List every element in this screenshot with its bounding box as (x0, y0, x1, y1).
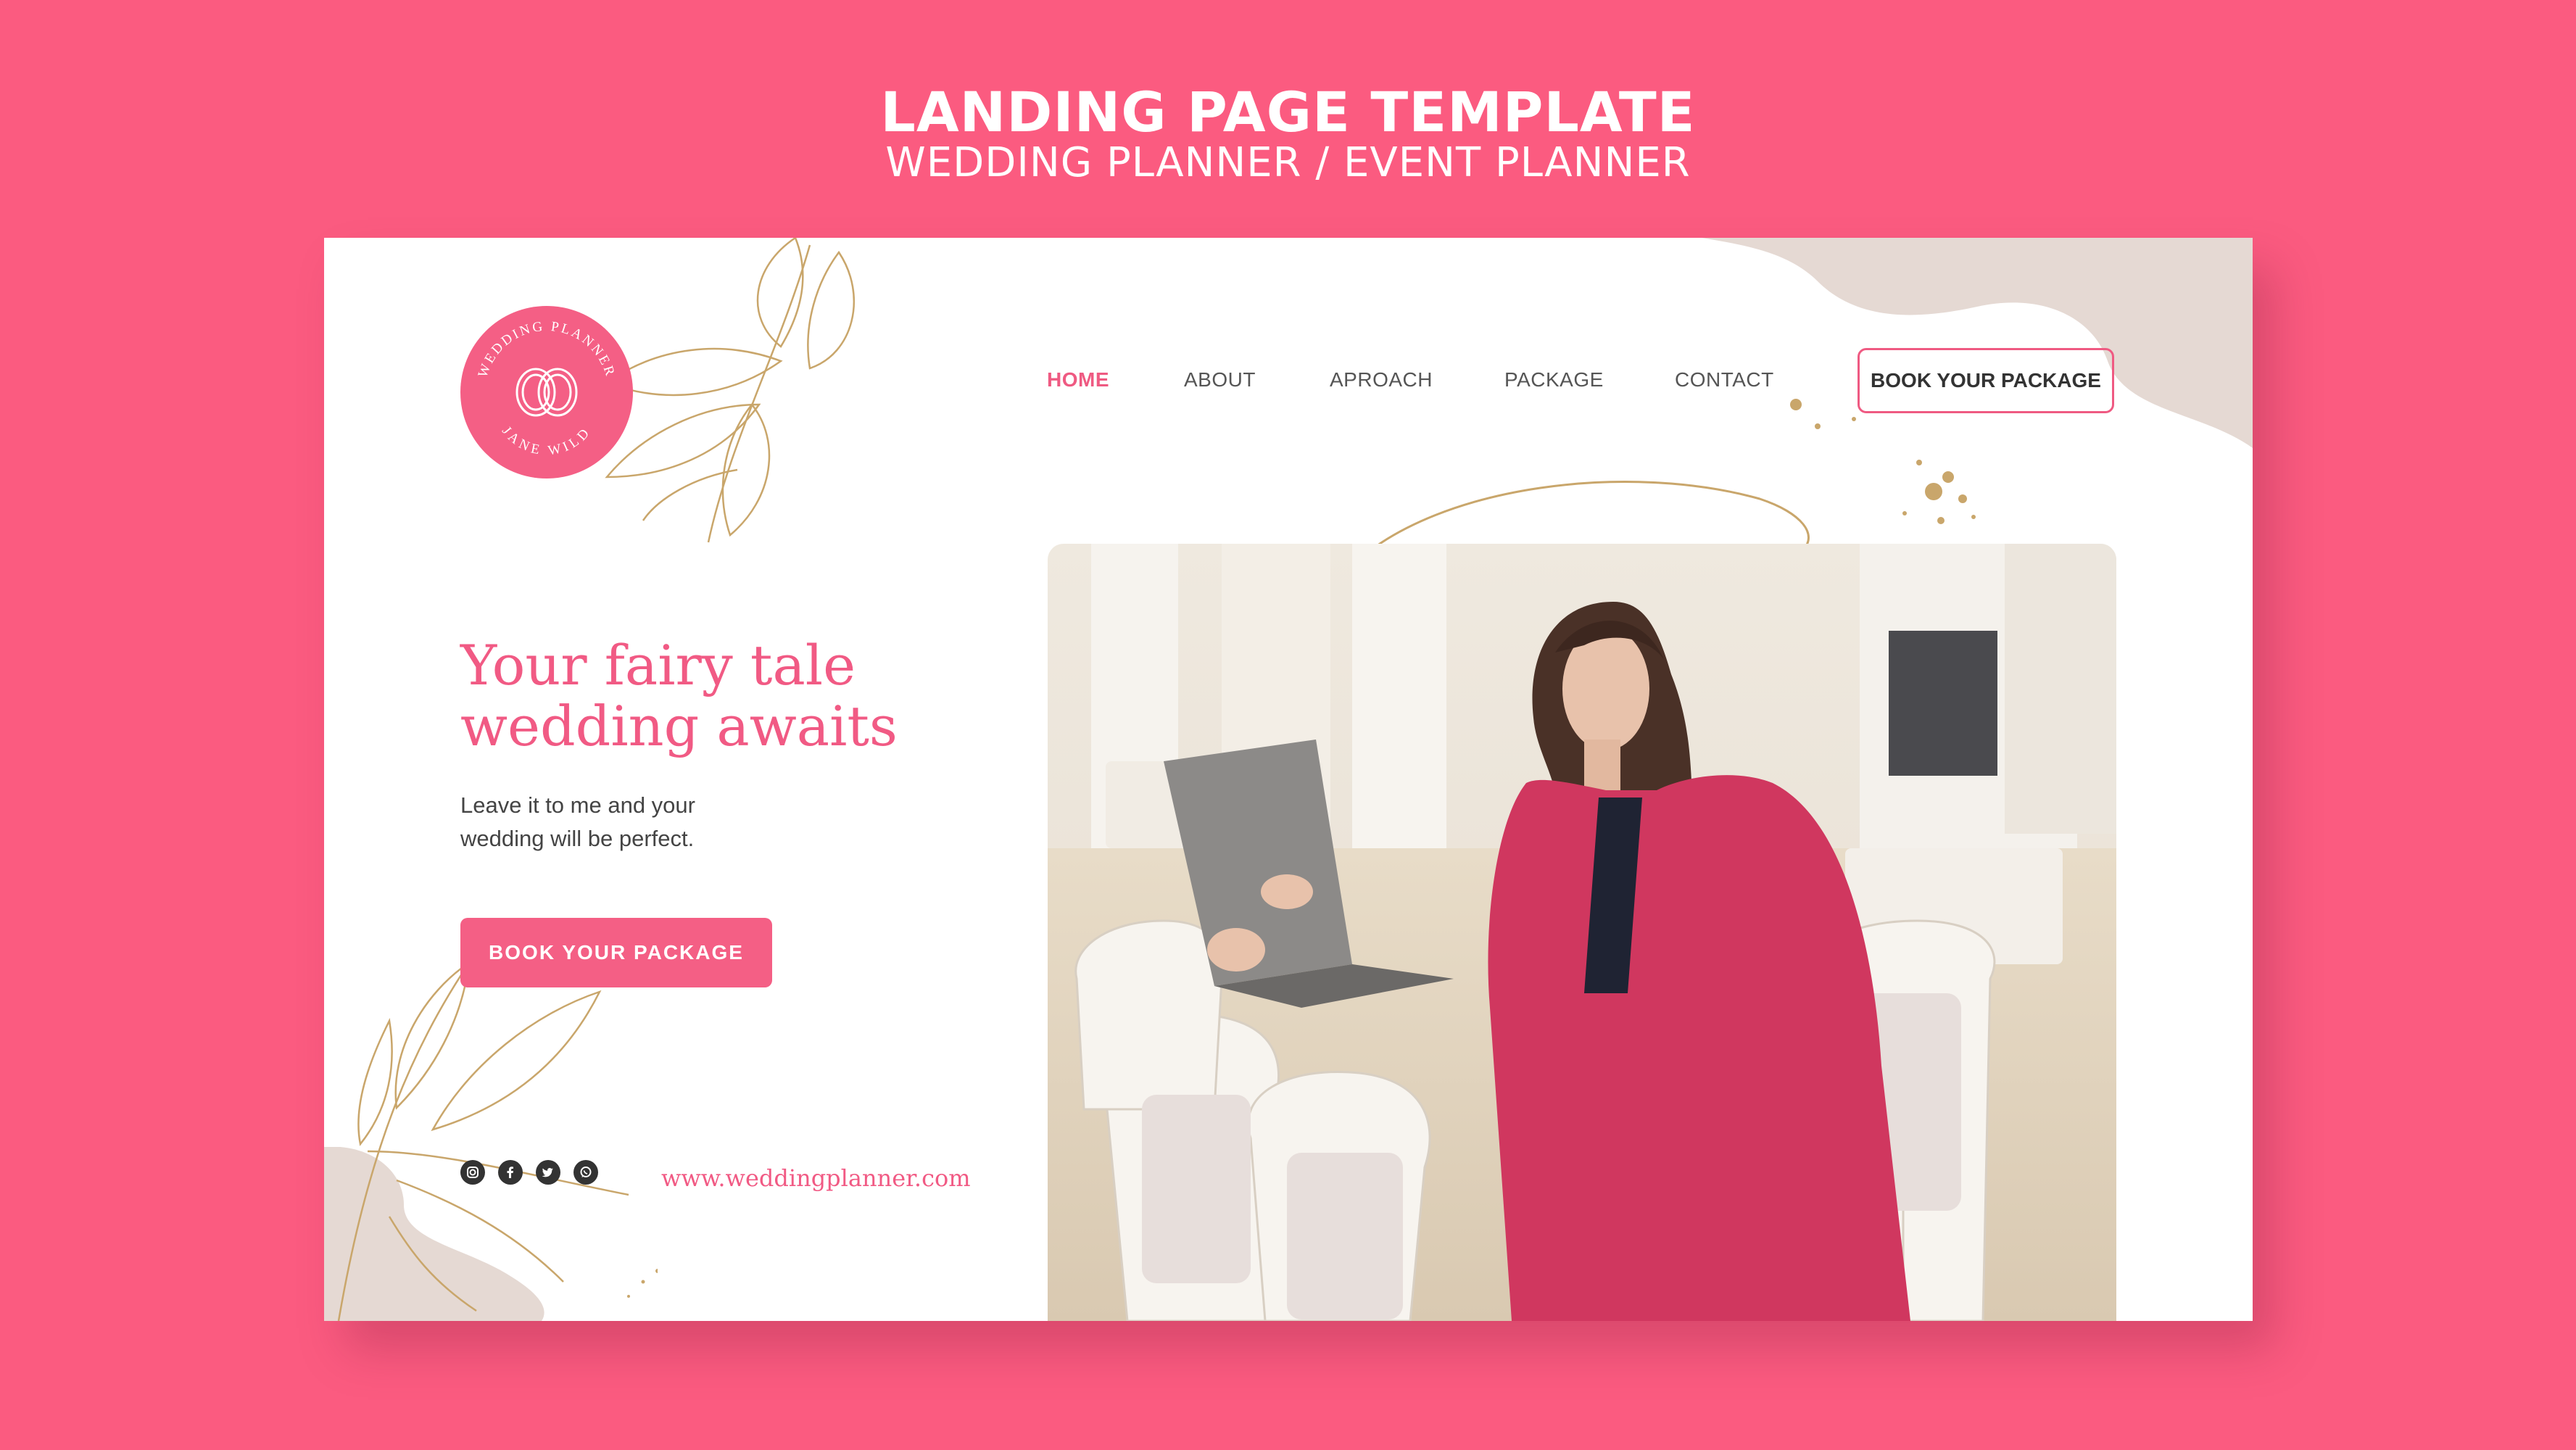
landing-page-mockup: WEDDING PLANNER JANE WILD HOME ABOUT APR… (324, 238, 2253, 1321)
wedding-planner-photo (1048, 544, 2116, 1321)
gold-leaves-bottom (337, 963, 658, 1321)
hero-book-package-button[interactable]: BOOK YOUR PACKAGE (460, 918, 772, 987)
banner-subtitle: WEDDING PLANNER / EVENT PLANNER (885, 139, 1691, 186)
twitter-icon[interactable] (536, 1160, 560, 1185)
hero-photo (1048, 544, 2116, 1321)
nav-aproach[interactable]: APROACH (1330, 368, 1433, 392)
nav-about[interactable]: ABOUT (1184, 368, 1256, 392)
gold-dots-decoration (1790, 399, 1976, 524)
hero-subtitle: Leave it to me and your wedding will be … (460, 789, 823, 856)
hero-title-line2: wedding awaits (460, 694, 898, 758)
hero-subtitle-line1: Leave it to me and your (460, 792, 695, 818)
whatsapp-icon[interactable] (573, 1160, 598, 1185)
nav-package[interactable]: PACKAGE (1504, 368, 1604, 392)
banner-title: LANDING PAGE TEMPLATE (880, 80, 1696, 144)
social-links (460, 1160, 598, 1185)
logo-bottom-text: JANE WILD (499, 423, 595, 459)
nav-book-package-button[interactable]: BOOK YOUR PACKAGE (1858, 348, 2114, 413)
hero-subtitle-line2: wedding will be perfect. (460, 826, 695, 851)
nav-contact[interactable]: CONTACT (1675, 368, 1774, 392)
facebook-icon[interactable] (498, 1160, 523, 1185)
nav-home[interactable]: HOME (1047, 368, 1109, 392)
instagram-icon[interactable] (460, 1160, 485, 1185)
website-url-link[interactable]: www.weddingplanner.com (661, 1164, 971, 1192)
hero-title-line1: Your fairy tale (460, 633, 856, 697)
hero-title: Your fairy tale wedding awaits (460, 635, 1113, 757)
